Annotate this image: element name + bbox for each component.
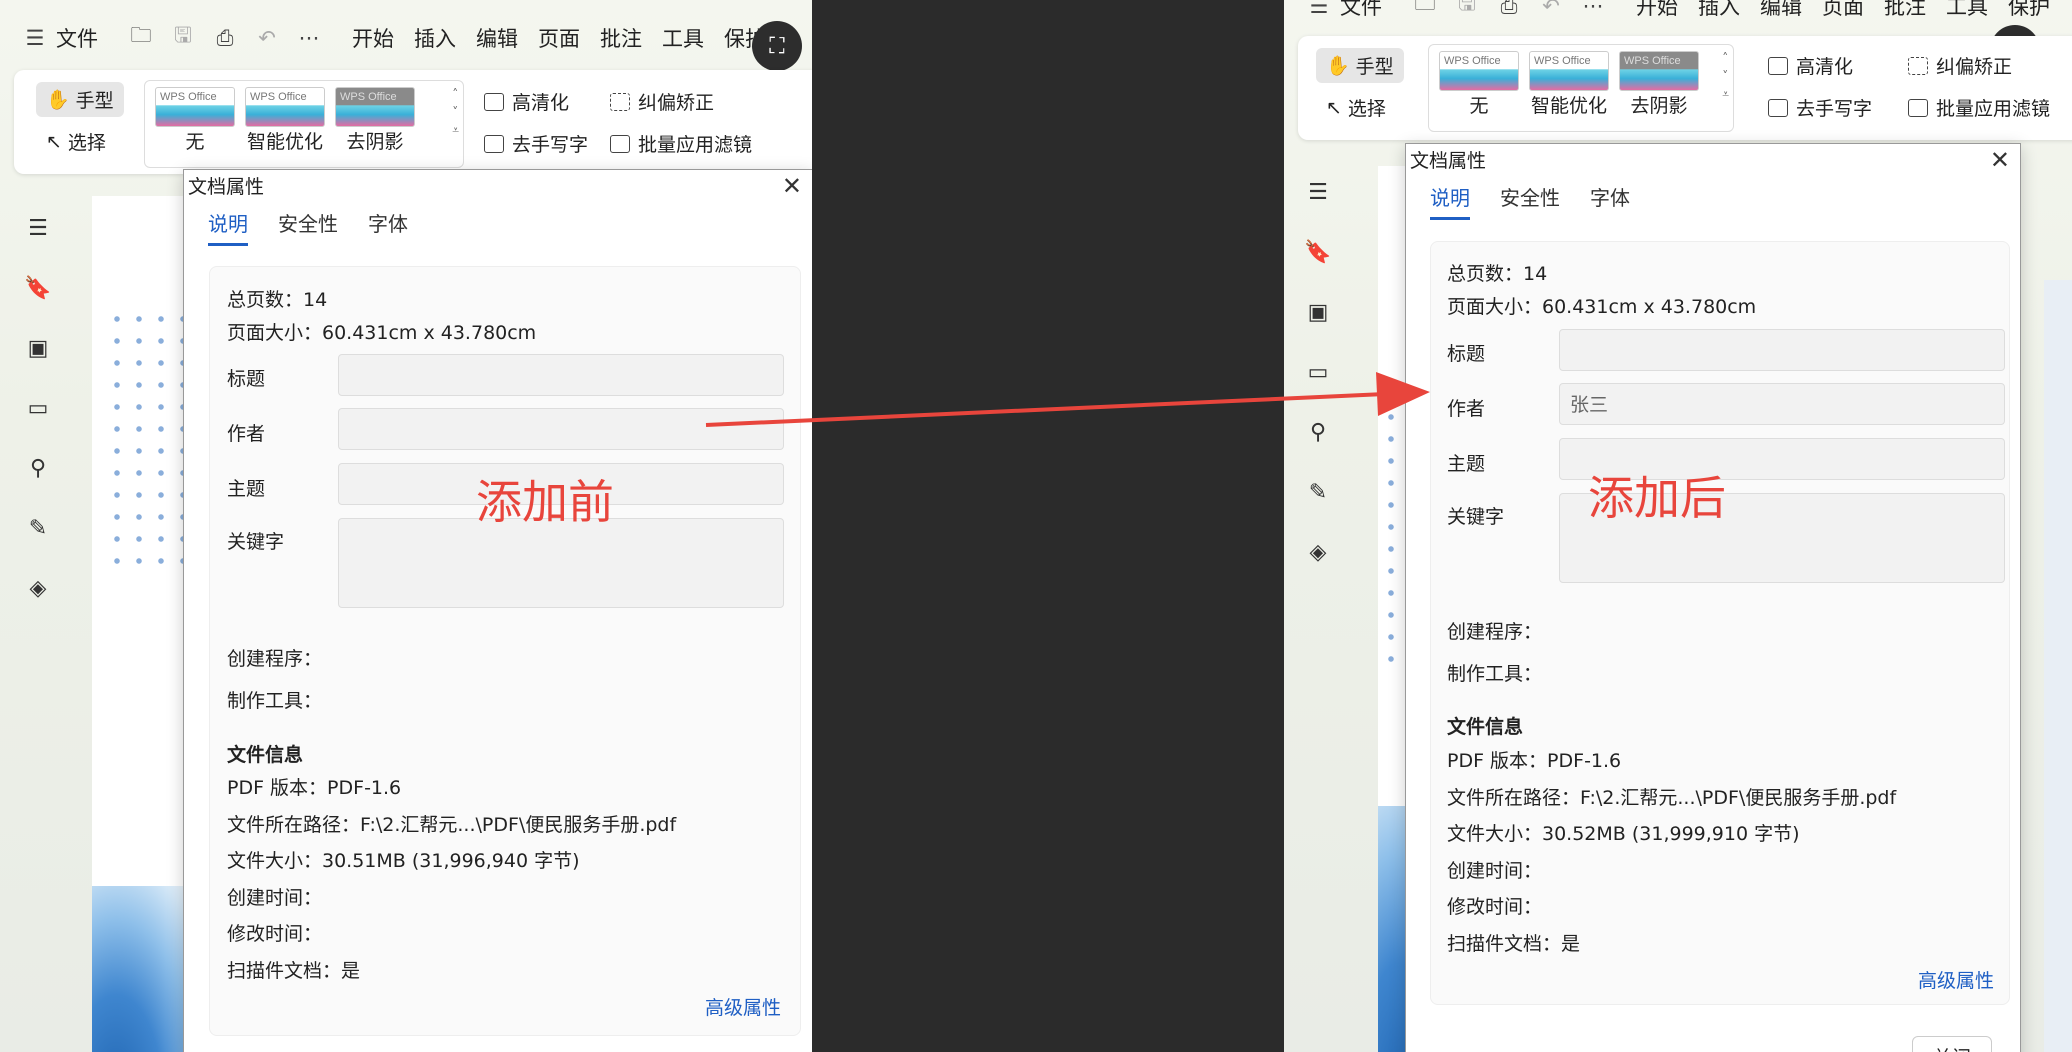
comparison-arrow: [705, 372, 1430, 427]
arrow-line: [705, 392, 1386, 427]
arrow-head: [1376, 372, 1430, 416]
